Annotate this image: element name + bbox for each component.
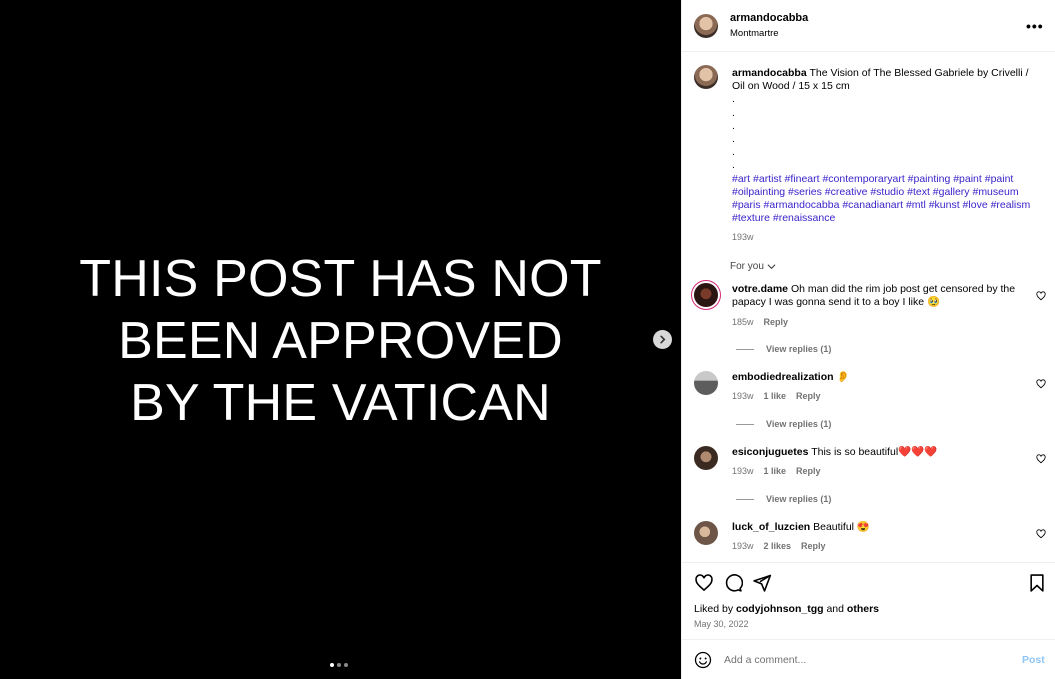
author-username[interactable]: armandocabba	[730, 12, 808, 24]
smiley-icon[interactable]	[694, 651, 712, 669]
comment-like-icon[interactable]	[1036, 291, 1046, 301]
divider	[736, 498, 754, 500]
post-header: armandocabba Montmartre •••	[682, 0, 1055, 52]
more-options-icon[interactable]: •••	[1026, 18, 1044, 34]
comment-like-icon[interactable]	[1036, 454, 1046, 464]
instagram-post-modal: THIS POST HAS NOT BEEN APPROVED BY THE V…	[0, 0, 1055, 679]
comment-like-icon[interactable]	[1036, 379, 1046, 389]
add-comment-bar: Post	[682, 639, 1055, 679]
carousel-dot	[344, 663, 348, 667]
comment-likes[interactable]: 1 like	[764, 391, 787, 401]
divider	[736, 423, 754, 425]
media-text-line: BY THE VATICAN	[130, 374, 551, 432]
caption-dot: .	[732, 93, 735, 106]
liked-by-user[interactable]: codyjohnson_tgg	[736, 603, 824, 615]
post-caption: armandocabba The Vision of The Blessed G…	[732, 67, 1042, 225]
post-location[interactable]: Montmartre	[730, 28, 779, 39]
add-comment-input[interactable]	[724, 652, 994, 668]
comment-text: luck_of_luzcien Beautiful 😍	[732, 521, 1022, 534]
post-date: May 30, 2022	[694, 619, 749, 629]
commenter-username[interactable]: votre.dame	[732, 283, 788, 295]
comment-time: 193w	[732, 541, 754, 551]
share-icon[interactable]	[752, 573, 772, 593]
bookmark-icon[interactable]	[1027, 573, 1047, 593]
media-text: THIS POST HAS NOT BEEN APPROVED BY THE V…	[0, 248, 681, 434]
caption-dot: .	[732, 146, 735, 159]
post-media[interactable]: THIS POST HAS NOT BEEN APPROVED BY THE V…	[0, 0, 681, 679]
author-avatar[interactable]	[694, 14, 718, 38]
liked-by-prefix: Liked by	[694, 603, 734, 615]
media-text-line: BEEN APPROVED	[118, 312, 563, 370]
caption-username[interactable]: armandocabba	[732, 67, 807, 79]
caption-dot: .	[732, 106, 735, 119]
comment-likes[interactable]: 1 like	[764, 466, 787, 476]
carousel-dot-active	[330, 663, 334, 667]
comment-body: Beautiful 😍	[813, 521, 870, 533]
reply-button[interactable]: Reply	[801, 541, 826, 551]
liked-by-others[interactable]: others	[847, 603, 879, 615]
comment-like-icon[interactable]	[1036, 529, 1046, 539]
comment-text: embodiedrealization 👂	[732, 371, 1022, 384]
caption-avatar[interactable]	[694, 65, 718, 89]
comment-time: 185w	[732, 317, 754, 327]
view-replies-label: View replies (1)	[766, 494, 832, 504]
caption-dot: .	[732, 133, 735, 146]
caption-hashtags[interactable]: #art #artist #fineart #contemporaryart #…	[732, 173, 1030, 225]
comment-body: This is so beautiful❤️❤️❤️	[811, 446, 938, 458]
media-text-line: THIS POST HAS NOT	[79, 250, 602, 308]
post-sidebar: armandocabba Montmartre ••• armandocabba…	[681, 0, 1055, 679]
comment-time: 193w	[732, 466, 754, 476]
comment-likes[interactable]: 2 likes	[764, 541, 792, 551]
comment-text: votre.dame Oh man did the rim job post g…	[732, 283, 1022, 309]
reply-button[interactable]: Reply	[764, 317, 789, 327]
reply-button[interactable]: Reply	[796, 391, 821, 401]
heart-icon[interactable]	[694, 573, 714, 593]
caption-timestamp: 193w	[732, 232, 754, 242]
liked-by: Liked by codyjohnson_tgg and others	[694, 603, 879, 615]
commenter-username[interactable]: embodiedrealization	[732, 371, 834, 383]
comment-meta: 193w 1 like Reply	[732, 466, 821, 476]
commenter-avatar[interactable]	[694, 521, 718, 545]
chevron-down-icon	[767, 264, 776, 269]
comment-icon[interactable]	[723, 573, 743, 593]
caption-dot: .	[732, 119, 735, 132]
comment-meta: 193w 2 likes Reply	[732, 541, 826, 551]
reply-button[interactable]: Reply	[796, 466, 821, 476]
view-replies-button[interactable]: View replies (1)	[736, 494, 831, 504]
commenter-avatar[interactable]	[694, 371, 718, 395]
next-slide-button[interactable]	[653, 330, 672, 349]
view-replies-label: View replies (1)	[766, 419, 832, 429]
chevron-right-icon	[660, 335, 666, 344]
commenter-username[interactable]: esiconjuguetes	[732, 446, 808, 458]
comment-sort-dropdown[interactable]: For you	[730, 261, 776, 272]
sort-label: For you	[730, 261, 764, 272]
divider	[736, 348, 754, 350]
comment-time: 193w	[732, 391, 754, 401]
comment-meta: 193w 1 like Reply	[732, 391, 821, 401]
comments-scroll-area[interactable]: armandocabba The Vision of The Blessed G…	[682, 53, 1055, 561]
post-actions: Liked by codyjohnson_tgg and others May …	[682, 562, 1055, 639]
liked-by-and: and	[826, 603, 844, 615]
carousel-dots	[330, 663, 348, 667]
view-replies-label: View replies (1)	[766, 344, 832, 354]
comment-body: 👂	[836, 371, 850, 383]
caption-dot: .	[732, 159, 735, 172]
post-comment-button[interactable]: Post	[1022, 654, 1045, 666]
carousel-dot	[337, 663, 341, 667]
comment-text: esiconjuguetes This is so beautiful❤️❤️❤…	[732, 446, 1022, 459]
commenter-avatar[interactable]	[694, 283, 718, 307]
view-replies-button[interactable]: View replies (1)	[736, 419, 831, 429]
view-replies-button[interactable]: View replies (1)	[736, 344, 831, 354]
comment-meta: 185w Reply	[732, 317, 788, 327]
commenter-username[interactable]: luck_of_luzcien	[732, 521, 810, 533]
commenter-avatar[interactable]	[694, 446, 718, 470]
